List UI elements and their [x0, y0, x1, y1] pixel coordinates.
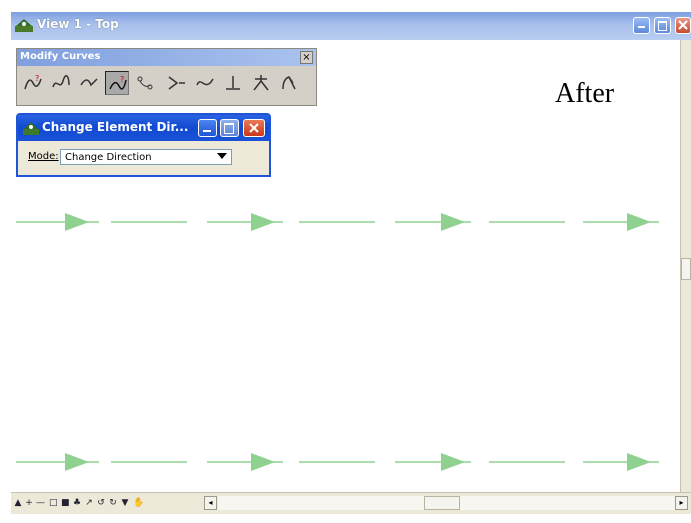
svg-text:?: ? — [120, 75, 124, 84]
tree-icon[interactable]: ♣ — [73, 498, 81, 508]
redo-icon[interactable]: ↻ — [109, 498, 117, 508]
pan-icon[interactable]: ▲ — [14, 498, 22, 508]
dialog-close-button[interactable] — [243, 119, 265, 137]
direction-arrow — [65, 213, 89, 231]
rect-icon[interactable]: □ — [49, 498, 58, 508]
close-icon — [678, 20, 688, 30]
window-title: View 1 - Top — [37, 17, 119, 31]
change-element-direction-dialog: Change Element Dir... Mode: Change Direc… — [16, 113, 271, 177]
maximize-icon — [658, 21, 667, 31]
modify-curve-icon: ? — [24, 74, 42, 90]
perpendicular-icon — [226, 76, 240, 90]
view-control-bar: ▲ + — □ ■ ♣ ↗ ↺ ↻ ▼ ✋ ◂ ▸ — [11, 492, 691, 514]
perpendicular-tool[interactable] — [221, 71, 245, 95]
title-bar[interactable]: View 1 - Top — [11, 12, 691, 40]
scroll-right-button[interactable]: ▸ — [675, 496, 688, 510]
bisect-tool[interactable] — [249, 71, 273, 95]
scroll-left-button[interactable]: ◂ — [204, 496, 217, 510]
mode-dropdown[interactable]: Change Direction — [60, 149, 232, 165]
mode-selected-value: Change Direction — [65, 152, 152, 163]
direction-arrow — [627, 213, 651, 231]
dialog-maximize-button[interactable] — [220, 119, 239, 137]
direction-arrow — [65, 453, 89, 471]
curve-break-icon — [168, 76, 185, 90]
filter-icon[interactable]: ▼ — [121, 498, 129, 508]
hand-icon[interactable]: ✋ — [133, 498, 144, 508]
line-row-top — [16, 213, 659, 231]
change-direction-icon: ? — [109, 75, 127, 90]
direction-arrow — [441, 213, 465, 231]
bisect-icon — [253, 75, 269, 91]
curve-reshape-icon — [196, 78, 214, 86]
minimize-icon — [203, 130, 211, 132]
vertical-scrollbar[interactable] — [680, 40, 691, 492]
horizontal-scroll-thumb[interactable] — [424, 496, 460, 510]
curve-break-tool[interactable] — [165, 71, 189, 95]
minimize-icon — [638, 26, 645, 28]
minimize-button[interactable] — [633, 17, 650, 34]
curve-vertex-icon — [80, 78, 98, 87]
mode-label: Mode: — [28, 151, 59, 162]
modify-curves-titlebar[interactable]: Modify Curves × — [17, 49, 316, 66]
vertical-scroll-thumb[interactable] — [681, 258, 691, 280]
dialog-minimize-button[interactable] — [198, 119, 217, 137]
curve-point-icon — [137, 76, 153, 90]
spiral-curve-icon — [52, 75, 70, 88]
line-icon[interactable]: — — [36, 498, 45, 508]
dialog-titlebar[interactable]: Change Element Dir... — [18, 115, 269, 141]
maximize-icon — [224, 123, 234, 134]
dialog-title: Change Element Dir... — [42, 120, 189, 134]
modify-curve-tool[interactable]: ? — [21, 71, 45, 95]
close-icon — [249, 123, 259, 133]
curve-reshape-tool[interactable] — [193, 71, 217, 95]
change-element-direction-tool[interactable]: ? — [105, 71, 129, 95]
spiral-curve-tool[interactable] — [49, 71, 73, 95]
extend-curve-tool[interactable] — [277, 71, 301, 95]
direction-lines — [16, 213, 659, 471]
chevron-down-icon[interactable] — [217, 153, 227, 159]
line-row-bottom — [16, 453, 659, 471]
view-canvas[interactable]: After — [11, 40, 680, 492]
draw-icon[interactable]: ↗ — [85, 498, 93, 508]
dialog-body: Mode: Change Direction — [18, 141, 269, 175]
curve-vertex-tool[interactable] — [77, 71, 101, 95]
view-icon — [15, 19, 33, 32]
svg-text:?: ? — [35, 74, 39, 83]
direction-arrow — [251, 213, 275, 231]
modify-curves-close-button[interactable]: × — [300, 51, 313, 64]
undo-icon[interactable]: ↺ — [97, 498, 105, 508]
direction-arrow — [627, 453, 651, 471]
view-window: View 1 - Top After ▲ + — □ ■ ♣ ↗ ↺ ↻ ▼ ✋… — [0, 0, 691, 523]
maximize-button[interactable] — [654, 17, 671, 34]
direction-arrow — [251, 453, 275, 471]
curve-point-tool[interactable] — [133, 71, 157, 95]
direction-arrow — [441, 453, 465, 471]
add-icon[interactable]: + — [25, 498, 33, 508]
modify-curves-toolbox: Modify Curves × ? ? — [16, 48, 317, 106]
modify-curves-title: Modify Curves — [20, 51, 101, 62]
close-button[interactable] — [675, 17, 691, 34]
extend-curve-icon — [282, 76, 296, 90]
fill-icon[interactable]: ■ — [61, 498, 70, 508]
dialog-app-icon — [23, 122, 39, 135]
